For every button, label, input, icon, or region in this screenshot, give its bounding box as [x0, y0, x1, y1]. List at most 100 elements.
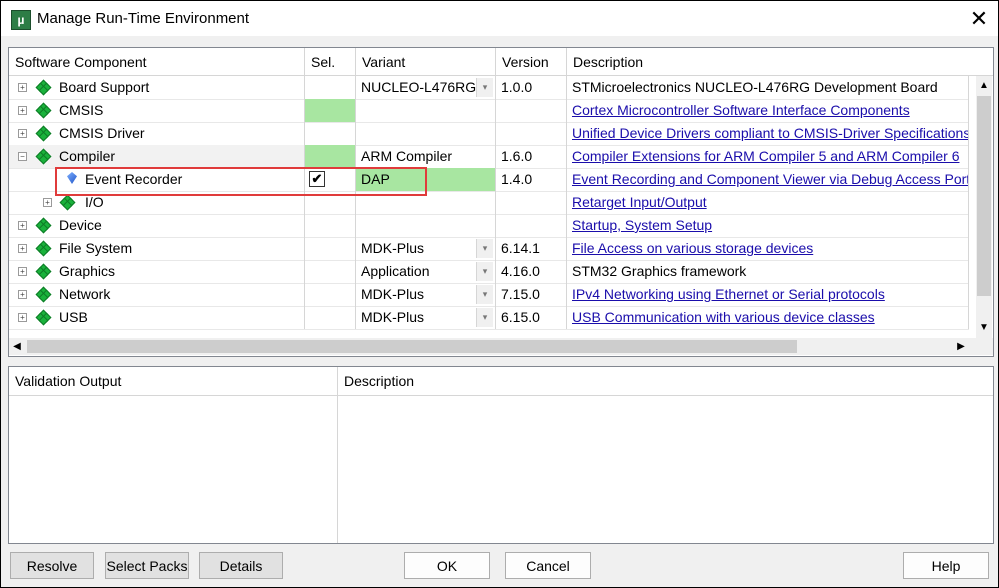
sel-cell[interactable] [305, 283, 356, 306]
component-name: Network [59, 286, 111, 302]
sel-cell[interactable] [305, 99, 356, 122]
version-cell [496, 191, 567, 214]
chevron-down-icon[interactable]: ▾ [476, 285, 493, 304]
scroll-thumb[interactable] [977, 96, 991, 296]
variant-cell: ARM Compiler [356, 145, 496, 168]
version-cell: 1.0.0 [496, 76, 567, 99]
collapse-icon[interactable]: − [18, 152, 27, 161]
version-cell: 6.15.0 [496, 306, 567, 329]
expand-icon[interactable]: + [18, 221, 27, 230]
component-name: Graphics [59, 263, 116, 279]
table-row[interactable]: + File System MDK-Plus ▾ 6.14.1 File Acce… [9, 237, 969, 261]
resolve-button[interactable]: Resolve [10, 552, 94, 579]
sel-cell[interactable] [305, 145, 356, 168]
sel-cell[interactable] [305, 76, 356, 99]
variant-select[interactable]: MDK-Plus ▾ [356, 283, 496, 306]
table-row[interactable]: + Board Support NUCLEO-L476RG ▾ 1.0.0 STM… [9, 76, 969, 100]
scroll-down-icon[interactable]: ▼ [976, 320, 992, 336]
description-link[interactable]: USB Communication with various device cl… [572, 309, 875, 325]
sel-cell[interactable] [305, 191, 356, 214]
table-row[interactable]: − Compiler ARM Compiler 1.6.0 Compiler E… [9, 145, 969, 169]
expand-icon[interactable]: + [18, 244, 27, 253]
table-row[interactable]: + Network MDK-Plus ▾ 7.15.0 IPv4 Networki… [9, 283, 969, 307]
variant-select[interactable]: Application ▾ [356, 260, 496, 283]
variant-select[interactable]: MDK-Plus ▾ [356, 237, 496, 260]
select-packs-button[interactable]: Select Packs [105, 552, 189, 579]
sel-cell[interactable] [305, 306, 356, 329]
cancel-button[interactable]: Cancel [505, 552, 591, 579]
col-header-validation-output[interactable]: Validation Output [9, 367, 337, 394]
expand-icon[interactable]: + [18, 313, 27, 322]
col-header-validation-description[interactable]: Description [338, 367, 988, 394]
variant-cell [356, 122, 496, 145]
col-header-component[interactable]: Software Component [9, 48, 305, 75]
variant-select[interactable]: NUCLEO-L476RG ▾ [356, 76, 496, 99]
component-name: Device [59, 217, 102, 233]
sel-cell[interactable] [305, 214, 356, 237]
details-button[interactable]: Details [199, 552, 283, 579]
description-link[interactable]: Retarget Input/Output [572, 194, 707, 210]
table-row[interactable]: + Graphics Application ▾ 4.16.0 STM32 Gra… [9, 260, 969, 284]
window-title: Manage Run-Time Environment [37, 10, 250, 27]
close-icon[interactable]: ✕ [967, 7, 991, 31]
table-row[interactable]: Event Recorder ✔ DAP 1.4.0 Event Recordi… [9, 168, 969, 192]
table-row[interactable]: + I/O Retarget Input/Output [9, 191, 969, 215]
ok-button[interactable]: OK [404, 552, 490, 579]
expand-icon[interactable]: + [18, 267, 27, 276]
description-text: STM32 Graphics framework [567, 260, 969, 283]
expand-icon[interactable]: + [18, 106, 27, 115]
table-row[interactable]: + CMSIS Cortex Microcontroller Software … [9, 99, 969, 123]
chevron-down-icon[interactable]: ▾ [476, 262, 493, 281]
description-link[interactable]: Event Recording and Component Viewer via… [572, 171, 968, 187]
variant-cell [356, 191, 496, 214]
version-cell [496, 214, 567, 237]
version-cell: 6.14.1 [496, 237, 567, 260]
help-button[interactable]: Help [903, 552, 989, 579]
select-checkbox[interactable]: ✔ [309, 171, 325, 187]
scroll-left-icon[interactable]: ◀ [9, 338, 25, 355]
version-cell: 4.16.0 [496, 260, 567, 283]
component-name: Compiler [59, 148, 116, 164]
col-header-description[interactable]: Description [567, 48, 976, 75]
description-link[interactable]: File Access on various storage devices [572, 240, 813, 256]
expand-icon[interactable]: + [18, 83, 27, 92]
expand-icon[interactable]: + [18, 129, 27, 138]
chevron-down-icon[interactable]: ▾ [476, 308, 493, 327]
component-group-icon [35, 240, 52, 257]
col-header-sel[interactable]: Sel. [305, 48, 356, 75]
component-name: CMSIS Driver [59, 125, 145, 141]
description-link[interactable]: Cortex Microcontroller Software Interfac… [572, 102, 910, 118]
horizontal-scrollbar[interactable]: ◀ ▶ [9, 338, 993, 355]
sel-cell[interactable] [305, 122, 356, 145]
scroll-right-icon[interactable]: ▶ [953, 338, 969, 355]
expand-icon[interactable]: + [18, 290, 27, 299]
version-cell [496, 99, 567, 122]
table-row[interactable]: + USB MDK-Plus ▾ 6.15.0 USB Communication… [9, 306, 969, 330]
chevron-down-icon[interactable]: ▾ [476, 78, 493, 97]
description-link[interactable]: Startup, System Setup [572, 217, 712, 233]
component-group-icon [35, 79, 52, 96]
component-group-icon [35, 309, 52, 326]
component-name: USB [59, 309, 88, 325]
component-group-icon [35, 125, 52, 142]
grid-header: Software Component Sel. Variant Version … [9, 48, 993, 76]
table-row[interactable]: + Device Startup, System Setup [9, 214, 969, 238]
component-name: Board Support [59, 79, 150, 95]
sel-cell[interactable] [305, 237, 356, 260]
description-link[interactable]: IPv4 Networking using Ethernet or Serial… [572, 286, 885, 302]
scroll-thumb[interactable] [27, 340, 797, 353]
col-header-variant[interactable]: Variant [356, 48, 496, 75]
description-link[interactable]: Unified Device Drivers compliant to CMSI… [572, 125, 968, 141]
component-name: I/O [85, 194, 104, 210]
sel-cell[interactable] [305, 260, 356, 283]
chevron-down-icon[interactable]: ▾ [476, 239, 493, 258]
col-header-version[interactable]: Version [496, 48, 567, 75]
table-row[interactable]: + CMSIS Driver Unified Device Drivers co… [9, 122, 969, 146]
version-cell: 1.4.0 [496, 168, 567, 191]
description-link[interactable]: Compiler Extensions for ARM Compiler 5 a… [572, 148, 959, 164]
scroll-up-icon[interactable]: ▲ [976, 78, 992, 94]
vertical-scrollbar[interactable]: ▲ ▼ [976, 76, 992, 338]
expand-icon[interactable]: + [43, 198, 52, 207]
variant-select[interactable]: MDK-Plus ▾ [356, 306, 496, 329]
version-cell: 1.6.0 [496, 145, 567, 168]
